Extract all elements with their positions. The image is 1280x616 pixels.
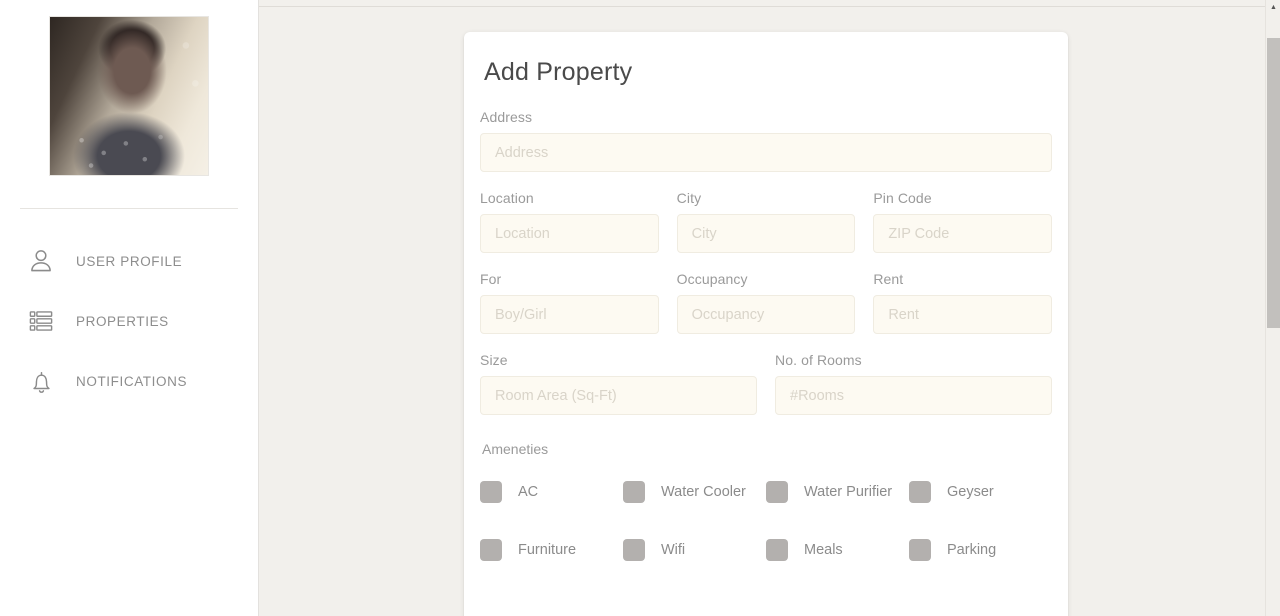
size-input[interactable]: [480, 376, 757, 415]
amenities-row-2: Furniture Wifi Meals Parking: [480, 539, 1052, 561]
address-input[interactable]: [480, 133, 1052, 172]
amenity-ac[interactable]: AC: [480, 481, 623, 503]
amenity-furniture[interactable]: Furniture: [480, 539, 623, 561]
field-group-city: City: [668, 190, 865, 253]
city-input[interactable]: [676, 214, 856, 253]
field-group-rooms: No. of Rooms: [766, 352, 1061, 415]
bell-icon: [24, 364, 58, 398]
page-title: Add Property: [484, 58, 633, 86]
field-group-pincode: Pin Code: [864, 190, 1061, 253]
checkbox-icon[interactable]: [623, 539, 645, 561]
sidebar-item-properties[interactable]: PROPERTIES: [0, 291, 258, 351]
checkbox-icon[interactable]: [766, 481, 788, 503]
amenity-label: Parking: [947, 542, 997, 558]
form-row-occupancy: For Occupancy Rent: [471, 271, 1061, 334]
sidebar-divider: [20, 208, 238, 209]
avatar-container: [0, 0, 258, 176]
checkbox-icon[interactable]: [766, 539, 788, 561]
add-property-card: Add Property Address Location City: [464, 32, 1068, 616]
checkbox-icon[interactable]: [909, 481, 931, 503]
amenity-wifi[interactable]: Wifi: [623, 539, 766, 561]
app-root: USER PROFILE PROPERTIES NOTIFICATIONS Ad…: [0, 0, 1280, 616]
top-divider: [259, 6, 1280, 7]
form-row-size: Size No. of Rooms: [471, 352, 1061, 415]
amenity-label: Geyser: [947, 484, 994, 500]
amenity-label: Furniture: [518, 542, 577, 558]
avatar: [49, 16, 209, 176]
field-group-occupancy: Occupancy: [668, 271, 865, 334]
scrollbar-thumb[interactable]: [1267, 38, 1280, 328]
rooms-input[interactable]: [775, 376, 1052, 415]
size-label: Size: [480, 352, 508, 368]
sidebar: USER PROFILE PROPERTIES NOTIFICATIONS: [0, 0, 259, 616]
pincode-label: Pin Code: [873, 190, 932, 206]
vertical-scrollbar[interactable]: ▲: [1265, 0, 1280, 616]
amenities-row-1: AC Water Cooler Water Purifier Geyser: [480, 481, 1052, 503]
pincode-input[interactable]: [873, 214, 1052, 253]
city-label: City: [676, 190, 702, 206]
amenity-label: Meals: [804, 542, 843, 558]
sidebar-item-notifications[interactable]: NOTIFICATIONS: [0, 351, 258, 411]
main-content: Add Property Address Location City: [259, 0, 1280, 616]
rooms-label: No. of Rooms: [775, 352, 862, 368]
field-group-size: Size: [471, 352, 766, 415]
form-row-location: Location City Pin Code: [471, 190, 1061, 253]
location-input[interactable]: [480, 214, 659, 253]
rent-input[interactable]: [873, 295, 1052, 334]
checkbox-icon[interactable]: [909, 539, 931, 561]
scroll-up-arrow-icon[interactable]: ▲: [1266, 0, 1280, 14]
amenity-label: Wifi: [661, 542, 686, 558]
amenity-water-cooler[interactable]: Water Cooler: [623, 481, 766, 503]
amenity-meals[interactable]: Meals: [766, 539, 909, 561]
list-icon: [24, 304, 58, 338]
field-group-address: Address: [471, 109, 1061, 172]
sidebar-item-label: USER PROFILE: [76, 253, 183, 269]
checkbox-icon[interactable]: [480, 481, 502, 503]
for-label: For: [480, 271, 502, 287]
sidebar-item-label: PROPERTIES: [76, 313, 169, 329]
rent-label: Rent: [873, 271, 904, 287]
occupancy-input[interactable]: [676, 295, 856, 334]
address-label: Address: [480, 109, 533, 125]
field-group-location: Location: [471, 190, 668, 253]
checkbox-icon[interactable]: [480, 539, 502, 561]
amenity-label: Water Purifier: [804, 484, 893, 500]
sidebar-item-label: NOTIFICATIONS: [76, 373, 188, 389]
form-row-address: Address: [471, 109, 1061, 172]
amenity-parking[interactable]: Parking: [909, 539, 1052, 561]
sidebar-item-user-profile[interactable]: USER PROFILE: [0, 231, 258, 291]
field-group-for: For: [471, 271, 668, 334]
amenity-label: AC: [518, 484, 539, 500]
amenity-label: Water Cooler: [661, 484, 746, 500]
field-group-rent: Rent: [864, 271, 1061, 334]
amenity-geyser[interactable]: Geyser: [909, 481, 1052, 503]
amenities-label: Ameneties: [482, 441, 549, 457]
sidebar-nav: USER PROFILE PROPERTIES NOTIFICATIONS: [0, 231, 258, 411]
checkbox-icon[interactable]: [623, 481, 645, 503]
for-input[interactable]: [480, 295, 659, 334]
user-icon: [24, 244, 58, 278]
occupancy-label: Occupancy: [676, 271, 748, 287]
amenity-water-purifier[interactable]: Water Purifier: [766, 481, 909, 503]
location-label: Location: [480, 190, 534, 206]
